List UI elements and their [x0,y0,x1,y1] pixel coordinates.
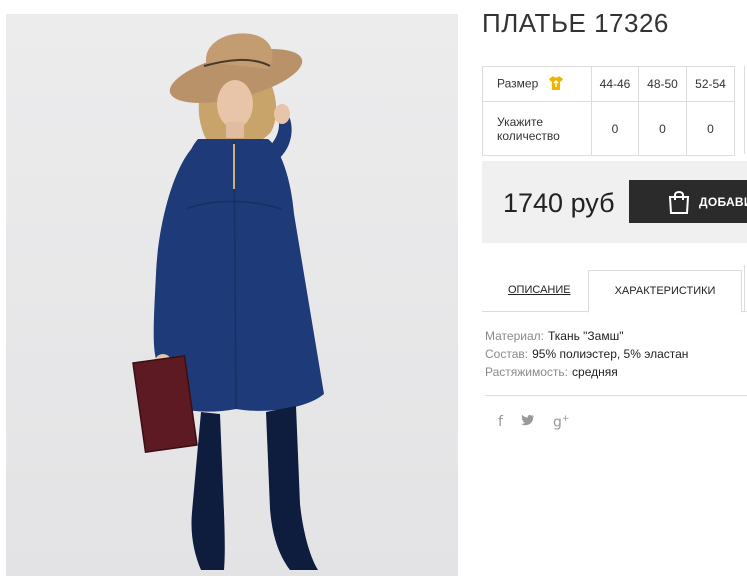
specs-list: Материал: Ткань "Замш" Состав: 95% полиэст… [485,327,688,381]
price-box: 1740 руб ДОБАВИ [482,161,747,243]
size-label: Размер [497,76,539,91]
product-tabs: ОПИСАНИЕ ХАРАКТЕРИСТИКИ [482,270,747,313]
shopping-bag-icon [667,189,691,215]
qty-label: Укажите количество [482,101,592,156]
spec-row-stretch: Растяжимость: средняя [485,363,688,381]
facebook-icon[interactable]: f [498,414,503,430]
size-header-cell: Размер [482,66,592,102]
spec-value: 95% полиэстер, 5% эластан [532,347,689,361]
spec-key: Состав: [485,347,529,361]
size-col-2: 48-50 [638,66,687,102]
google-plus-icon[interactable]: g+ [553,414,569,431]
price: 1740 руб [503,188,615,218]
spec-row-composition: Состав: 95% полиэстер, 5% эластан [485,345,688,363]
qty-input-1[interactable]: 0 [591,101,639,156]
size-col-3: 52-54 [686,66,735,102]
spec-key: Растяжимость: [485,365,569,379]
product-title: ПЛАТЬЕ 17326 [482,8,669,38]
spec-value: средняя [572,365,618,379]
spec-row-material: Материал: Ткань "Замш" [485,327,688,345]
social-divider [485,395,747,396]
add-to-cart-button[interactable]: ДОБАВИ [629,180,747,223]
tshirt-icon[interactable] [548,75,564,94]
spec-key: Материал: [485,329,544,343]
twitter-icon[interactable] [520,414,535,430]
qty-input-2[interactable]: 0 [638,101,687,156]
tab-characteristics[interactable]: ХАРАКТЕРИСТИКИ [588,270,742,313]
product-info: ПЛАТЬЕ 17326 Размер 44-46 48-50 52-54 Ук… [482,0,747,576]
product-photo[interactable] [6,14,458,576]
size-col-1: 44-46 [591,66,639,102]
size-table: Размер 44-46 48-50 52-54 Укажите количес… [482,66,735,156]
qty-input-3[interactable]: 0 [686,101,735,156]
spec-value: Ткань "Замш" [547,329,624,343]
add-to-cart-label: ДОБАВИ [699,194,747,209]
model-image [6,14,458,576]
tab-description[interactable]: ОПИСАНИЕ [508,270,571,311]
social-share: f g+ [498,414,569,431]
